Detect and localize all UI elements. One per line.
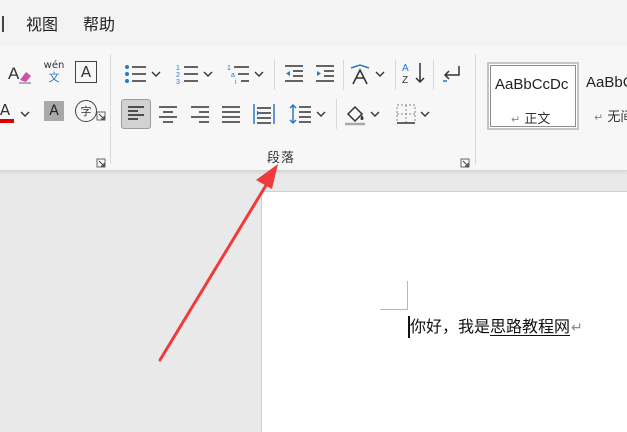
font-color-dropdown[interactable]: [20, 101, 30, 127]
chevron-down-icon: [420, 111, 430, 117]
bullets-button[interactable]: [124, 61, 161, 87]
group-separator: [395, 60, 396, 90]
document-text-line[interactable]: 你好，我是思路教程网↵: [410, 316, 583, 339]
chevron-down-icon: [203, 71, 213, 77]
align-left-icon: [128, 106, 144, 120]
character-shading-button[interactable]: A: [44, 101, 64, 121]
paragraph-group-label: 段落: [267, 151, 296, 166]
document-page[interactable]: [261, 191, 627, 432]
style-no-spacing-sample: AaBbC: [586, 74, 627, 91]
paragraph-mark-icon: ↵: [594, 111, 604, 124]
group-separator: [336, 99, 337, 129]
menu-edge-fragment: [2, 16, 4, 32]
dialog-launcher-icon: [460, 158, 470, 168]
style-normal[interactable]: AaBbCcDc ↵ 正文: [487, 62, 579, 130]
increase-indent-icon: [316, 65, 334, 82]
svg-text:1: 1: [176, 65, 180, 72]
style-normal-name-wrap: ↵ 正文: [511, 108, 550, 127]
group-separator: [343, 60, 344, 90]
distributed-button[interactable]: [252, 101, 276, 127]
line-spacing-icon: [289, 103, 311, 125]
chevron-down-icon: [316, 111, 326, 117]
font-color-swatch: [0, 119, 14, 123]
enclose-characters-glyph: 字: [80, 105, 92, 118]
paint-bucket-icon: [345, 105, 365, 126]
paragraph-dialog-launcher[interactable]: [460, 153, 470, 168]
character-shading-glyph: A: [49, 103, 59, 119]
numbering-icon: 1 2 3: [176, 65, 198, 86]
align-right-button[interactable]: [189, 101, 211, 127]
justify-button[interactable]: [220, 101, 242, 127]
style-no-spacing-name-wrap: ↵ 无间: [594, 106, 627, 125]
group-separator: [475, 54, 476, 164]
font-dialog-launcher[interactable]: [96, 106, 106, 121]
borders-button[interactable]: [395, 101, 430, 127]
margin-mark-vertical: [407, 281, 408, 309]
font-dialog-launcher-2[interactable]: [96, 153, 106, 168]
sort-icon: A Z: [402, 63, 425, 86]
decrease-indent-button[interactable]: [283, 61, 305, 87]
clear-formatting-icon: A: [8, 64, 31, 84]
svg-text:A: A: [8, 64, 20, 83]
shading-button[interactable]: [343, 101, 380, 127]
paragraph-mark: ↵: [571, 320, 583, 336]
multilevel-list-icon: 1 a i: [227, 65, 249, 86]
distributed-icon: [253, 104, 275, 124]
svg-text:3: 3: [176, 79, 180, 86]
phonetic-guide-top: wén: [43, 60, 65, 71]
chevron-down-icon: [151, 71, 161, 77]
chinese-layout-icon: [350, 64, 370, 85]
style-normal-sample: AaBbCcDc: [495, 76, 569, 93]
menu-view[interactable]: 视图: [26, 15, 58, 35]
sort-glyph-a: A: [402, 63, 409, 74]
chevron-down-icon: [375, 71, 385, 77]
paragraph-mark-icon: [443, 66, 460, 82]
style-no-spacing[interactable]: AaBbC ↵ 无间: [582, 62, 627, 130]
sort-button[interactable]: A Z: [401, 60, 427, 86]
align-left-button[interactable]: [121, 99, 151, 129]
document-text-underlined: 思路教程网: [490, 317, 571, 336]
document-text-plain: 你好，我是: [410, 317, 491, 336]
increase-indent-button[interactable]: [314, 61, 336, 87]
phonetic-guide-bottom: 文: [48, 71, 60, 84]
dialog-launcher-icon: [96, 158, 106, 168]
enclose-characters-button[interactable]: 字: [75, 100, 97, 122]
chevron-down-icon: [370, 111, 380, 117]
clear-formatting-button[interactable]: A: [6, 60, 32, 86]
borders-icon: [396, 104, 416, 124]
character-border-glyph: A: [80, 63, 92, 81]
show-hide-marks-button[interactable]: [441, 61, 463, 87]
align-center-button[interactable]: [157, 101, 179, 127]
chevron-down-icon: [254, 71, 264, 77]
align-right-icon: [191, 106, 209, 123]
menu-bar: 视图 帮助: [0, 0, 627, 46]
font-color-glyph: A: [0, 101, 11, 119]
group-separator: [274, 60, 275, 90]
phonetic-guide-button[interactable]: wén 文: [40, 60, 68, 86]
decrease-indent-icon: [285, 65, 303, 82]
menu-help[interactable]: 帮助: [83, 15, 115, 35]
dialog-launcher-icon: [96, 111, 106, 121]
style-normal-name: 正文: [524, 112, 551, 127]
multilevel-list-button[interactable]: 1 a i: [227, 61, 264, 87]
line-spacing-button[interactable]: [289, 101, 326, 127]
font-color-button[interactable]: A: [0, 99, 14, 125]
justify-icon: [222, 106, 240, 123]
character-border-button[interactable]: A: [75, 61, 97, 83]
chinese-layout-button[interactable]: [348, 61, 385, 87]
bullets-icon: [125, 65, 146, 83]
svg-text:i: i: [235, 79, 237, 86]
sort-glyph-z: Z: [402, 75, 408, 86]
chevron-down-icon: [20, 111, 30, 117]
svg-text:2: 2: [176, 72, 180, 79]
svg-text:a: a: [231, 72, 235, 79]
group-separator: [110, 54, 111, 164]
style-no-spacing-name: 无间: [607, 110, 627, 125]
numbering-button[interactable]: 1 2 3: [176, 61, 213, 87]
svg-text:1: 1: [227, 65, 231, 72]
margin-mark-horizontal: [380, 309, 408, 310]
group-separator: [433, 60, 434, 90]
align-center-icon: [159, 106, 177, 123]
paragraph-mark-icon: ↵: [511, 113, 521, 126]
